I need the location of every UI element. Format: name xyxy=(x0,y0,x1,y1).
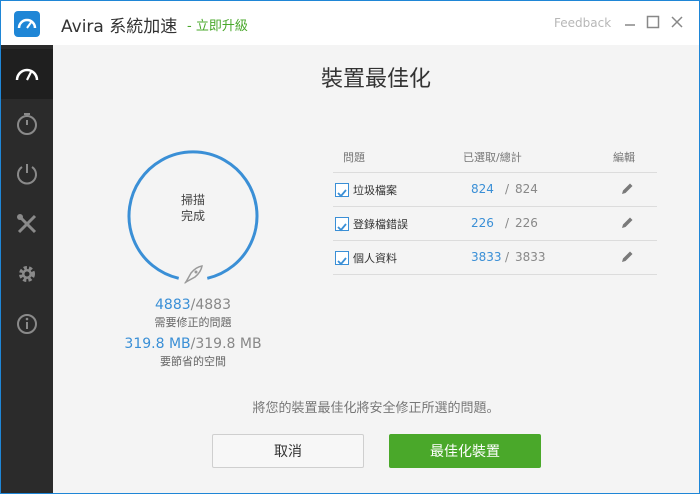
row-label: 個人資料 xyxy=(353,252,397,265)
issues-total: 4883 xyxy=(195,297,231,313)
tools-icon xyxy=(17,214,37,234)
sidebar-item-info[interactable] xyxy=(1,299,53,349)
sidebar xyxy=(1,45,53,493)
edit-pencil-icon[interactable] xyxy=(619,249,635,265)
row-checkbox[interactable] xyxy=(335,251,349,266)
issues-label: 需要修正的問題 xyxy=(154,316,232,329)
row-selected: 3833 xyxy=(471,250,502,264)
space-amount: 319.8 MB/319.8 MB xyxy=(124,336,262,352)
optimize-button[interactable]: 最佳化裝置 xyxy=(389,434,541,468)
avira-logo-icon xyxy=(14,11,40,37)
space-total: 319.8 MB xyxy=(195,336,262,352)
main-panel: 裝置最佳化 掃描 完成 4883/4883 需要修正的問題 319.8 MB/3… xyxy=(53,45,699,493)
row-checkbox[interactable] xyxy=(335,217,349,232)
sidebar-item-settings[interactable] xyxy=(1,249,53,299)
issues-value: 4883 xyxy=(155,297,191,313)
row-label: 垃圾檔案 xyxy=(353,184,397,197)
sidebar-item-timer[interactable] xyxy=(1,99,53,149)
table-row: 個人資料 3833 / 3833 xyxy=(333,240,657,275)
app-window: Avira 系統加速 - 立即升級 Feedback 裝置最佳化 掃描 完成 4… xyxy=(0,0,700,494)
scan-status: 掃描 完成 xyxy=(123,192,263,224)
optimize-note: 將您的裝置最佳化將安全修正所選的問題。 xyxy=(252,401,500,416)
gear-icon xyxy=(19,266,35,282)
cancel-button[interactable]: 取消 xyxy=(212,434,364,468)
upgrade-link[interactable]: - 立即升級 xyxy=(187,15,248,34)
sidebar-item-optimizer[interactable] xyxy=(1,49,53,99)
minimize-icon[interactable] xyxy=(621,13,639,31)
edit-pencil-icon[interactable] xyxy=(619,181,635,197)
info-icon xyxy=(17,314,37,334)
space-value: 319.8 MB xyxy=(124,336,191,352)
scan-status-line2: 完成 xyxy=(180,209,205,223)
app-title: Avira 系統加速 xyxy=(61,17,178,37)
close-icon[interactable] xyxy=(668,13,686,31)
edit-pencil-icon[interactable] xyxy=(619,215,635,231)
row-selected: 226 xyxy=(471,216,494,230)
row-total: 3833 xyxy=(515,250,546,264)
stopwatch-icon xyxy=(17,113,37,135)
feedback-link[interactable]: Feedback xyxy=(554,16,611,30)
speedometer-icon xyxy=(15,68,39,81)
scan-status-line1: 掃描 xyxy=(180,193,205,207)
power-icon xyxy=(17,164,37,185)
row-selected: 824 xyxy=(471,182,494,196)
space-label: 要節省的空間 xyxy=(160,355,226,368)
row-checkbox[interactable] xyxy=(335,183,349,198)
title-bar: Avira 系統加速 - 立即升級 Feedback xyxy=(1,1,699,45)
issues-count: 4883/4883 xyxy=(155,297,231,313)
table-row: 登錄檔錯誤 226 / 226 xyxy=(333,206,657,240)
header-selected: 已選取/總計 xyxy=(463,151,522,164)
header-issue: 問題 xyxy=(343,151,365,164)
sidebar-item-startup[interactable] xyxy=(1,149,53,199)
rocket-icon xyxy=(182,264,204,286)
row-total: 824 xyxy=(515,182,538,196)
sidebar-item-tools[interactable] xyxy=(1,199,53,249)
row-total: 226 xyxy=(515,216,538,230)
maximize-icon[interactable] xyxy=(644,13,662,31)
row-label: 登錄檔錯誤 xyxy=(353,218,408,231)
page-title: 裝置最佳化 xyxy=(320,67,431,92)
table-row: 垃圾檔案 824 / 824 xyxy=(333,172,657,206)
header-edit: 編輯 xyxy=(613,151,635,164)
